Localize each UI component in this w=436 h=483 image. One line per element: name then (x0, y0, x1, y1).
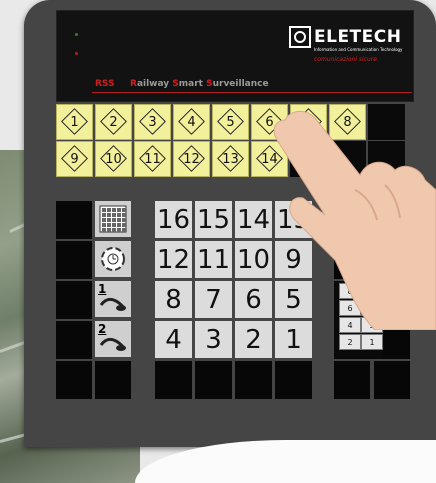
brand-logo: ELETECH (289, 26, 401, 48)
camera-cell-11[interactable]: 11 (195, 241, 232, 278)
camera-cell-8[interactable]: 8 (155, 281, 192, 318)
pointing-hand-icon (273, 111, 436, 330)
empty-side-slot (56, 281, 92, 319)
zone-key-label: 10 (105, 151, 122, 167)
zone-key-13[interactable]: 13 (212, 141, 249, 177)
grid-icon (97, 203, 129, 239)
clock-icon (97, 243, 129, 279)
brand-tagline: comunicazioni sicure. (314, 56, 379, 63)
camera-cell-12[interactable]: 12 (155, 241, 192, 278)
empty-grid-slot (275, 361, 312, 399)
empty-side-slot (56, 321, 92, 359)
zone-key-label: 12 (183, 151, 200, 167)
empty-grid-slot (235, 361, 272, 399)
zone-key-label: 11 (144, 151, 161, 167)
empty-side-slot (56, 241, 92, 279)
grid-button[interactable] (95, 201, 131, 237)
camera-cell-4[interactable]: 4 (155, 321, 192, 358)
zone-key-label: 1 (70, 114, 79, 130)
empty-grid-slot (155, 361, 192, 399)
train-number-label: 1 (98, 282, 107, 296)
system-title: Railway Smart Surveillance (130, 79, 269, 89)
zone-key-label: 2 (109, 114, 118, 130)
zone-key-9[interactable]: 9 (56, 141, 93, 177)
zone-key-label: 5 (226, 114, 235, 130)
eletech-logo-icon (289, 26, 311, 48)
alarm-led-icon (75, 52, 78, 55)
empty-mini-slot (374, 361, 410, 399)
brand-name: ELETECH (314, 27, 402, 47)
mini-camera-cell-2[interactable]: 2 (339, 334, 361, 350)
zone-key-12[interactable]: 12 (173, 141, 210, 177)
zone-key-5[interactable]: 5 (212, 104, 249, 140)
zone-key-10[interactable]: 10 (95, 141, 132, 177)
zone-key-label: 4 (187, 114, 196, 130)
empty-side-slot (56, 361, 92, 399)
empty-grid-slot (195, 361, 232, 399)
zone-key-4[interactable]: 4 (173, 104, 210, 140)
camera-cell-3[interactable]: 3 (195, 321, 232, 358)
system-abbreviation: RSS (95, 79, 115, 89)
zone-key-label: 13 (222, 151, 239, 167)
clock-button[interactable] (95, 241, 131, 277)
empty-side-slot (56, 201, 92, 239)
empty-side-slot (95, 361, 131, 399)
camera-cell-15[interactable]: 15 (195, 201, 232, 238)
mini-camera-cell-1[interactable]: 1 (361, 334, 383, 350)
train-number-label: 2 (98, 322, 107, 336)
zone-key-11[interactable]: 11 (134, 141, 171, 177)
empty-mini-slot (334, 361, 370, 399)
power-led-icon (75, 33, 78, 36)
zone-key-label: 9 (70, 151, 79, 167)
camera-cell-16[interactable]: 16 (155, 201, 192, 238)
camera-cell-7[interactable]: 7 (195, 281, 232, 318)
train-2-button[interactable]: 2 (95, 321, 131, 357)
zone-key-2[interactable]: 2 (95, 104, 132, 140)
zone-key-3[interactable]: 3 (134, 104, 171, 140)
train-1-button[interactable]: 1 (95, 281, 131, 317)
zone-key-1[interactable]: 1 (56, 104, 93, 140)
zone-key-label: 3 (148, 114, 157, 130)
brand-subtitle: Information and Communication Technology (314, 47, 403, 52)
